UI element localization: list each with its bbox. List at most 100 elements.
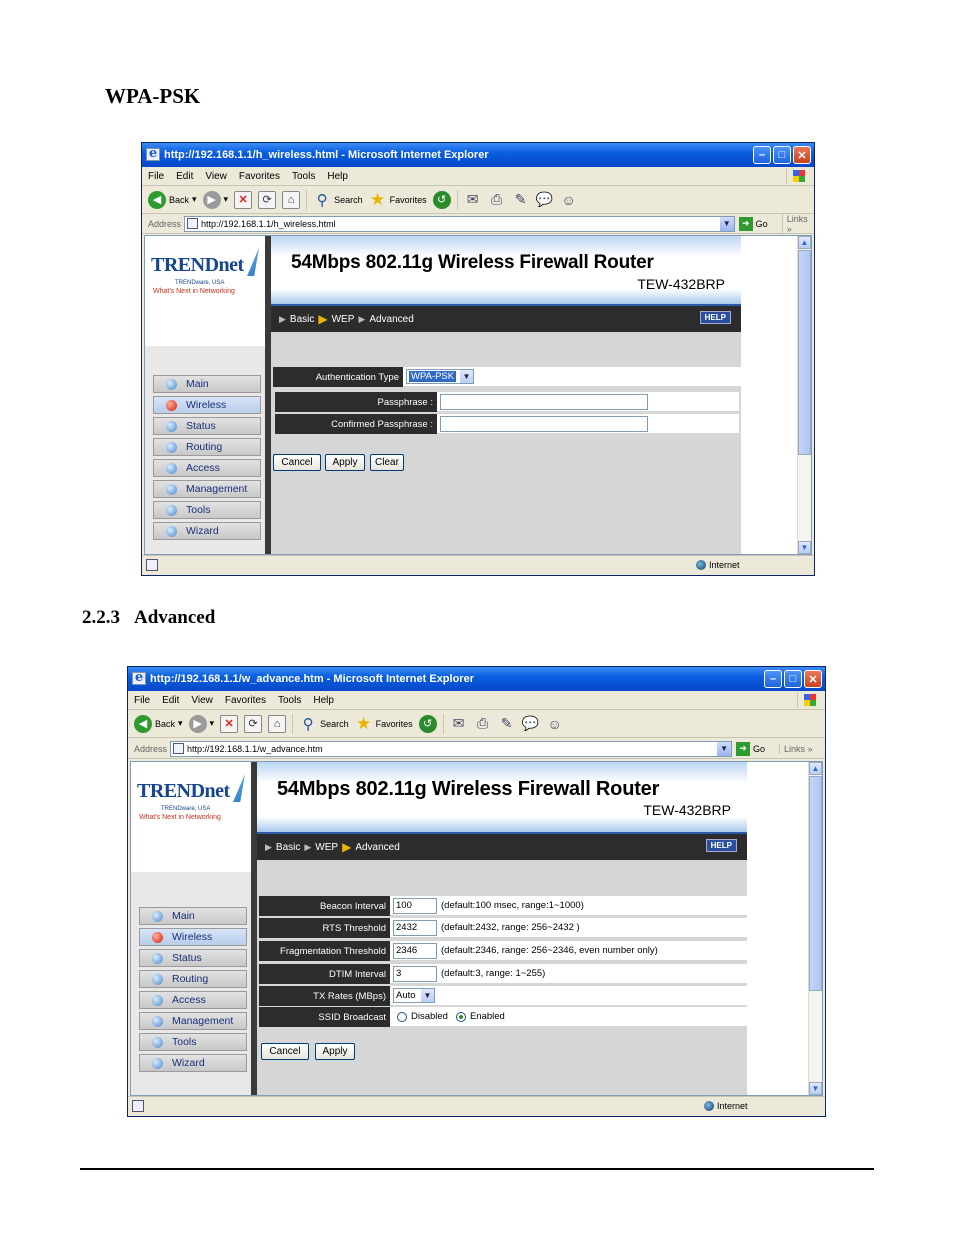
- nav-management[interactable]: Management: [139, 1012, 247, 1030]
- crumb-wep[interactable]: WEP: [332, 314, 355, 325]
- help-button[interactable]: HELP: [699, 311, 731, 324]
- apply-button[interactable]: Apply: [315, 1043, 355, 1060]
- scroll-thumb[interactable]: [809, 776, 822, 991]
- help-button[interactable]: HELP: [705, 839, 737, 852]
- minimize-button[interactable]: –: [764, 670, 782, 688]
- chevron-down-icon[interactable]: ▼: [460, 370, 473, 383]
- maximize-button[interactable]: □: [784, 670, 802, 688]
- history-icon[interactable]: ↺: [418, 714, 437, 733]
- go-button[interactable]: ➜ Go: [738, 216, 768, 231]
- messenger-icon[interactable]: ☺: [546, 715, 564, 733]
- menu-tools[interactable]: Tools: [292, 171, 315, 182]
- crumb-wep[interactable]: WEP: [315, 842, 338, 853]
- favorites-button[interactable]: ★ Favorites: [355, 714, 413, 733]
- vertical-scrollbar[interactable]: ▲ ▼: [808, 762, 822, 1095]
- ssid-disabled-radio[interactable]: [397, 1011, 407, 1022]
- nav-routing[interactable]: Routing: [139, 970, 247, 988]
- nav-wireless[interactable]: Wireless: [139, 928, 247, 946]
- print-icon[interactable]: ⎙: [474, 715, 492, 733]
- nav-management[interactable]: Management: [153, 480, 261, 498]
- links-button[interactable]: Links »: [779, 743, 813, 754]
- menu-help[interactable]: Help: [313, 695, 334, 706]
- menu-edit[interactable]: Edit: [176, 171, 193, 182]
- go-button[interactable]: ➜ Go: [736, 741, 765, 756]
- refresh-icon[interactable]: ⟳: [258, 190, 277, 209]
- scroll-up-icon[interactable]: ▲: [809, 762, 822, 775]
- minimize-button[interactable]: –: [753, 146, 771, 164]
- menu-view[interactable]: View: [191, 695, 213, 706]
- favorites-button[interactable]: ★ Favorites: [369, 190, 427, 209]
- scroll-up-icon[interactable]: ▲: [798, 236, 811, 249]
- address-input[interactable]: http://192.168.1.1/h_wireless.html ▼: [184, 215, 735, 232]
- nav-tools[interactable]: Tools: [139, 1033, 247, 1051]
- menu-favorites[interactable]: Favorites: [225, 695, 266, 706]
- nav-wizard[interactable]: Wizard: [153, 522, 261, 540]
- menu-favorites[interactable]: Favorites: [239, 171, 280, 182]
- maximize-button[interactable]: □: [773, 146, 791, 164]
- auth-type-select[interactable]: WPA-PSK ▼: [406, 369, 474, 384]
- chevron-down-icon[interactable]: ▼: [719, 216, 734, 231]
- scroll-thumb[interactable]: [798, 250, 811, 455]
- fragmentation-threshold-input[interactable]: 2346: [393, 942, 437, 959]
- dtim-interval-input[interactable]: 3: [393, 965, 437, 982]
- nav-status[interactable]: Status: [139, 949, 247, 967]
- links-button[interactable]: Links »: [781, 213, 814, 234]
- crumb-advanced[interactable]: Advanced: [369, 314, 413, 325]
- titlebar[interactable]: http://192.168.1.1/w_advance.htm - Micro…: [128, 667, 825, 691]
- tx-rates-select[interactable]: Auto ▼: [393, 988, 435, 1003]
- beacon-interval-input[interactable]: 100: [393, 897, 437, 914]
- nav-wizard[interactable]: Wizard: [139, 1054, 247, 1072]
- confirm-passphrase-input[interactable]: [440, 415, 648, 432]
- passphrase-input[interactable]: [440, 393, 648, 410]
- chevron-down-icon[interactable]: ▼: [421, 989, 434, 1002]
- back-button[interactable]: ◀ Back ▾: [148, 190, 197, 209]
- menu-help[interactable]: Help: [327, 171, 348, 182]
- nav-access[interactable]: Access: [153, 459, 261, 477]
- cancel-button[interactable]: Cancel: [273, 454, 321, 471]
- home-icon[interactable]: ⌂: [282, 190, 301, 209]
- close-button[interactable]: ✕: [804, 670, 822, 688]
- crumb-basic[interactable]: Basic: [276, 842, 300, 853]
- chevron-down-icon[interactable]: ▼: [717, 741, 732, 756]
- search-button[interactable]: ⚲ Search: [313, 191, 363, 209]
- nav-status[interactable]: Status: [153, 417, 261, 435]
- nav-main[interactable]: Main: [153, 375, 261, 393]
- forward-button[interactable]: ▶ ▾: [188, 714, 214, 733]
- nav-wireless[interactable]: Wireless: [153, 396, 261, 414]
- edit-icon[interactable]: ✎: [512, 191, 530, 209]
- vertical-scrollbar[interactable]: ▲ ▼: [797, 236, 811, 554]
- print-icon[interactable]: ⎙: [488, 191, 506, 209]
- menu-edit[interactable]: Edit: [162, 695, 179, 706]
- discuss-icon[interactable]: 💬: [536, 191, 554, 209]
- menu-file[interactable]: File: [134, 695, 150, 706]
- clear-button[interactable]: Clear: [370, 454, 404, 471]
- discuss-icon[interactable]: 💬: [522, 715, 540, 733]
- cancel-button[interactable]: Cancel: [261, 1043, 309, 1060]
- menu-view[interactable]: View: [205, 171, 227, 182]
- search-button[interactable]: ⚲ Search: [299, 715, 349, 733]
- crumb-basic[interactable]: Basic: [290, 314, 314, 325]
- nav-access[interactable]: Access: [139, 991, 247, 1009]
- home-icon[interactable]: ⌂: [268, 714, 287, 733]
- mail-icon[interactable]: ✉: [450, 715, 468, 733]
- nav-main[interactable]: Main: [139, 907, 247, 925]
- menu-tools[interactable]: Tools: [278, 695, 301, 706]
- mail-icon[interactable]: ✉: [464, 191, 482, 209]
- refresh-icon[interactable]: ⟳: [244, 714, 263, 733]
- nav-tools[interactable]: Tools: [153, 501, 261, 519]
- history-icon[interactable]: ↺: [432, 190, 451, 209]
- address-input[interactable]: http://192.168.1.1/w_advance.htm ▼: [170, 740, 733, 757]
- forward-button[interactable]: ▶ ▾: [202, 190, 228, 209]
- menu-file[interactable]: File: [148, 171, 164, 182]
- rts-threshold-input[interactable]: 2432: [393, 919, 437, 936]
- close-button[interactable]: ✕: [793, 146, 811, 164]
- ssid-enabled-radio[interactable]: [455, 1011, 466, 1022]
- scroll-down-icon[interactable]: ▼: [798, 541, 811, 554]
- stop-icon[interactable]: ✕: [220, 714, 239, 733]
- crumb-advanced[interactable]: Advanced: [355, 842, 399, 853]
- stop-icon[interactable]: ✕: [234, 190, 253, 209]
- edit-icon[interactable]: ✎: [498, 715, 516, 733]
- apply-button[interactable]: Apply: [325, 454, 365, 471]
- back-button[interactable]: ◀ Back ▾: [134, 714, 183, 733]
- messenger-icon[interactable]: ☺: [560, 191, 578, 209]
